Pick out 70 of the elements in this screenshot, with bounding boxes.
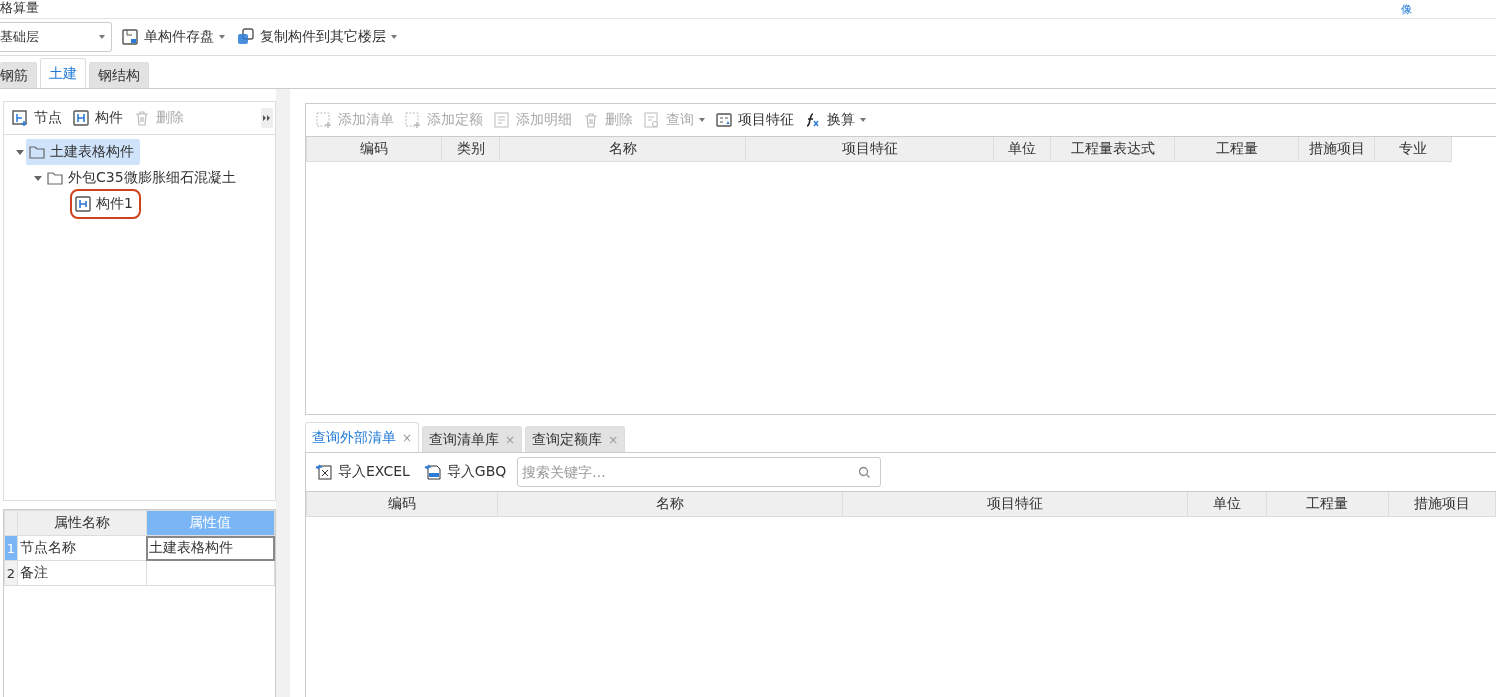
toolbar-button[interactable]: 单构件存盘 <box>118 24 228 50</box>
caret-icon <box>699 118 705 122</box>
column-header[interactable]: 措施项目 <box>1388 492 1496 517</box>
add-icon <box>315 111 333 129</box>
expand-button[interactable] <box>261 108 273 128</box>
double-arrow-icon <box>263 115 271 121</box>
node-icon <box>11 109 29 127</box>
tree-node[interactable]: 土建表格构件 <box>26 139 140 165</box>
tab[interactable]: 查询外部清单 × <box>305 422 420 452</box>
tab[interactable]: 查询定额库 × <box>525 426 626 452</box>
toolbar-button[interactable]: 导入GBQ <box>420 459 510 485</box>
import-icon <box>423 463 442 481</box>
table-cell: 土建表格构件 <box>146 535 275 561</box>
expand-arrow-icon[interactable] <box>34 175 42 181</box>
copy-icon <box>237 28 255 46</box>
window-title: 格算量 <box>0 0 39 16</box>
tab-label: 查询清单库 <box>429 430 500 449</box>
column-header[interactable]: 项目特征 <box>745 137 994 162</box>
column-header[interactable]: 项目特征 <box>842 492 1188 517</box>
tab[interactable]: 查询清单库 × <box>422 426 523 452</box>
corner-text: 像 <box>1401 2 1412 18</box>
table-cell: 备注 <box>17 560 146 586</box>
tab-label: 查询定额库 <box>532 430 603 449</box>
row-number: 2 <box>4 560 18 586</box>
column-header[interactable]: 工程量 <box>1266 492 1388 517</box>
tab-label: 查询外部清单 <box>312 428 396 447</box>
folder-icon <box>28 143 46 161</box>
column-header[interactable]: 编码 <box>306 137 442 162</box>
column-header[interactable]: 编码 <box>306 492 498 517</box>
tab[interactable]: 土建 <box>40 58 86 88</box>
column-header[interactable]: 工程量 <box>1174 137 1299 162</box>
column-header[interactable]: 工程量表达式 <box>1050 137 1175 162</box>
search-icon <box>858 466 872 479</box>
column-header[interactable]: 名称 <box>499 137 746 162</box>
tab[interactable]: 钢筋 <box>0 62 37 88</box>
column-header[interactable]: 类别 <box>441 137 500 162</box>
trash-icon <box>582 111 600 129</box>
search-field[interactable]: 搜索关键字... <box>517 457 882 487</box>
folder-icon <box>46 169 64 187</box>
caret-icon <box>99 35 105 39</box>
toolbar-button[interactable]: 节点 <box>8 105 65 131</box>
column-header[interactable]: 单位 <box>1187 492 1267 517</box>
toolbar-button[interactable]: 导入EXCEL <box>312 459 413 485</box>
add-icon <box>404 111 422 129</box>
tab[interactable]: 钢结构 <box>89 62 149 88</box>
search-doc-icon <box>643 111 661 129</box>
toolbar-button[interactable]: 项目特征 <box>712 107 797 133</box>
caret-icon <box>219 35 225 39</box>
caret-icon <box>391 35 397 39</box>
list-icon <box>715 111 733 129</box>
list-icon <box>493 111 511 129</box>
component-icon <box>74 195 92 213</box>
floor-dropdown[interactable]: 基础层 <box>0 22 112 52</box>
caret-icon <box>860 118 866 122</box>
column-header[interactable]: 单位 <box>993 137 1051 162</box>
toolbar-button[interactable]: 复制构件到其它楼层 <box>234 24 400 50</box>
import-icon <box>315 463 333 481</box>
trash-icon <box>133 109 151 127</box>
toolbar-button[interactable]: 换算 <box>801 107 869 133</box>
column-header: 属性值 <box>146 510 275 536</box>
column-header[interactable]: 名称 <box>497 492 843 517</box>
tree-node[interactable]: 构件1 <box>72 191 139 217</box>
tree-node[interactable]: 外包C35微膨胀细石混凝土 <box>44 165 242 191</box>
column-header[interactable]: 专业 <box>1374 137 1452 162</box>
row-number: 1 <box>4 535 18 561</box>
column-header[interactable]: 措施项目 <box>1298 137 1375 162</box>
component-icon <box>72 109 90 127</box>
column-header: 属性名称 <box>17 510 146 536</box>
toolbar-button[interactable]: 构件 <box>69 105 126 131</box>
save-icon <box>121 28 139 46</box>
